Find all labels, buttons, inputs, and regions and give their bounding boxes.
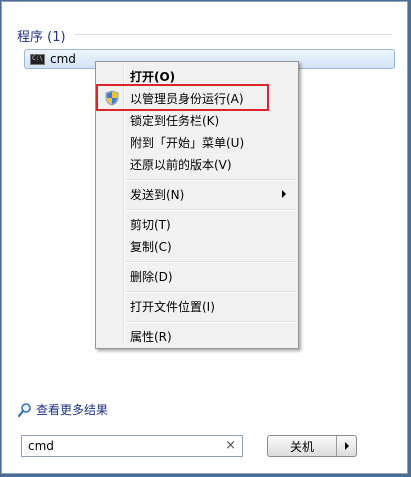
menu-item-label: 发送到(N) xyxy=(130,187,185,202)
search-input[interactable]: cmd × xyxy=(21,435,243,457)
submenu-arrow-icon xyxy=(282,190,286,198)
menu-item-label: 复制(C) xyxy=(130,239,172,254)
menu-item-send-to[interactable]: 发送到(N) xyxy=(98,183,296,205)
menu-separator xyxy=(125,261,296,263)
group-divider xyxy=(74,34,392,35)
search-input-value: cmd xyxy=(28,439,54,453)
menu-item-restore-previous-versions[interactable]: 还原以前的版本(V) xyxy=(98,153,296,175)
see-more-results-label: 查看更多结果 xyxy=(36,403,109,417)
menu-item-label: 打开文件位置(I) xyxy=(130,299,215,314)
menu-separator xyxy=(125,179,296,181)
menu-separator xyxy=(125,291,296,293)
menu-item-pin-to-start-menu[interactable]: 附到「开始」菜单(U) xyxy=(98,131,296,153)
menu-item-open-file-location[interactable]: 打开文件位置(I) xyxy=(98,295,296,317)
menu-item-cut[interactable]: 剪切(T) xyxy=(98,213,296,235)
search-result-label: cmd xyxy=(50,52,76,66)
highlight-annotation-box xyxy=(96,84,269,111)
menu-item-label: 附到「开始」菜单(U) xyxy=(130,135,245,150)
menu-item-label: 还原以前的版本(V) xyxy=(130,157,232,172)
see-more-results-link[interactable]: 查看更多结果 xyxy=(17,401,108,418)
menu-item-label: 锁定到任务栏(K) xyxy=(130,113,220,128)
shutdown-options-button[interactable] xyxy=(337,436,356,456)
magnifier-icon xyxy=(17,402,31,417)
menu-item-label: 属性(R) xyxy=(130,329,172,344)
menu-item-delete[interactable]: 删除(D) xyxy=(98,265,296,287)
menu-separator xyxy=(125,209,296,211)
menu-separator xyxy=(125,321,296,323)
shutdown-button[interactable]: 关机 xyxy=(268,436,337,456)
arrow-right-icon xyxy=(344,442,349,450)
programs-group-header: 程序 (1) xyxy=(17,30,66,45)
menu-item-properties[interactable]: 属性(R) xyxy=(98,325,296,347)
shutdown-button-group: 关机 xyxy=(267,435,357,457)
clear-search-icon[interactable]: × xyxy=(225,438,236,453)
menu-item-pin-to-taskbar[interactable]: 锁定到任务栏(K) xyxy=(98,109,296,131)
menu-item-label: 剪切(T) xyxy=(130,217,171,232)
menu-item-label: 删除(D) xyxy=(130,269,173,284)
menu-item-label: 打开(O) xyxy=(130,69,176,84)
command-prompt-icon: C:\ xyxy=(30,53,45,65)
menu-item-copy[interactable]: 复制(C) xyxy=(98,235,296,257)
